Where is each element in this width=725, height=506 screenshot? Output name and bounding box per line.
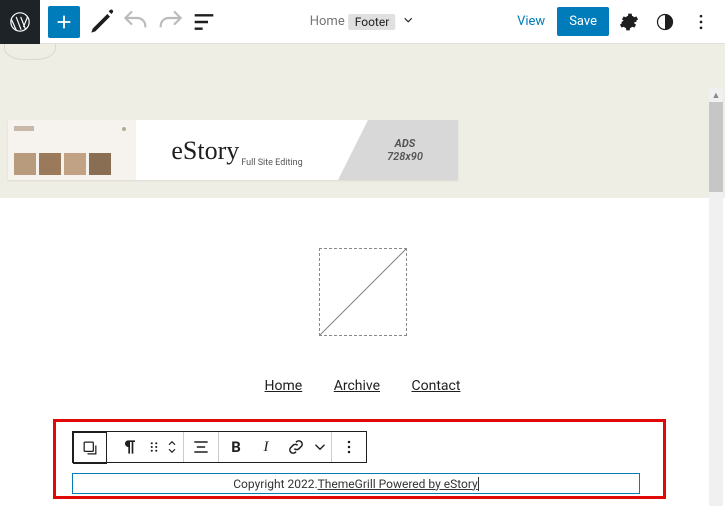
styles-button[interactable]: [649, 6, 681, 38]
wordpress-logo[interactable]: [0, 0, 40, 44]
breadcrumb-current: Footer: [349, 14, 396, 30]
more-options-button[interactable]: [685, 6, 717, 38]
scroll-up-icon[interactable]: ▲: [709, 88, 723, 102]
more-format-button[interactable]: [311, 432, 329, 462]
scrollbar-thumb[interactable]: [709, 102, 723, 192]
vertical-scrollbar[interactable]: ▲ ▼: [709, 88, 723, 506]
ad-brand-name: eStory: [171, 136, 239, 166]
copyright-link[interactable]: ThemeGrill Powered by eStory: [318, 477, 478, 491]
redo-button[interactable]: [154, 6, 186, 38]
banner-section: eStory Full Site Editing ADS 728x90: [0, 44, 725, 198]
collapsed-element: [4, 44, 56, 60]
ads-size: 728x90: [387, 150, 423, 163]
drag-handle-icon[interactable]: [145, 432, 163, 462]
copyright-prefix: Copyright 2022.: [233, 477, 317, 491]
ad-thumbnail-preview: [8, 120, 136, 180]
breadcrumb-root: Home: [310, 14, 345, 29]
block-type-button[interactable]: [74, 433, 106, 463]
bold-button[interactable]: B: [221, 432, 251, 462]
italic-button[interactable]: I: [251, 432, 281, 462]
view-link[interactable]: View: [509, 8, 553, 35]
breadcrumb[interactable]: Home Footer: [310, 13, 416, 31]
list-view-button[interactable]: [188, 6, 220, 38]
block-toolbar: B I: [72, 431, 367, 463]
ad-banner[interactable]: eStory Full Site Editing ADS 728x90: [8, 120, 458, 180]
footer-section: Home Archive Contact: [0, 198, 725, 394]
footer-nav: Home Archive Contact: [0, 378, 725, 394]
topbar-tools: [48, 6, 220, 38]
edit-tool-button[interactable]: [86, 6, 118, 38]
save-button[interactable]: Save: [557, 7, 609, 36]
move-up-down-button[interactable]: [163, 432, 181, 462]
image-placeholder[interactable]: [319, 248, 407, 336]
editor-topbar: Home Footer View Save: [0, 0, 725, 44]
copyright-paragraph-block[interactable]: Copyright 2022. ThemeGrill Powered by eS…: [72, 473, 640, 494]
text-cursor: [478, 477, 479, 491]
ad-size-label: ADS 728x90: [338, 120, 458, 180]
ads-label: ADS: [395, 137, 416, 150]
link-button[interactable]: [281, 432, 311, 462]
footer-nav-contact[interactable]: Contact: [412, 378, 461, 394]
ad-tagline: Full Site Editing: [241, 148, 302, 168]
undo-button[interactable]: [120, 6, 152, 38]
settings-button[interactable]: [613, 6, 645, 38]
add-block-button[interactable]: [48, 6, 80, 38]
topbar-actions: View Save: [509, 6, 717, 38]
align-button[interactable]: [186, 432, 216, 462]
footer-nav-home[interactable]: Home: [265, 378, 303, 394]
chevron-down-icon: [401, 13, 415, 31]
paragraph-icon[interactable]: [115, 432, 145, 462]
footer-nav-archive[interactable]: Archive: [334, 378, 380, 394]
block-more-button[interactable]: [334, 432, 364, 462]
ad-brand: eStory Full Site Editing: [136, 120, 338, 180]
